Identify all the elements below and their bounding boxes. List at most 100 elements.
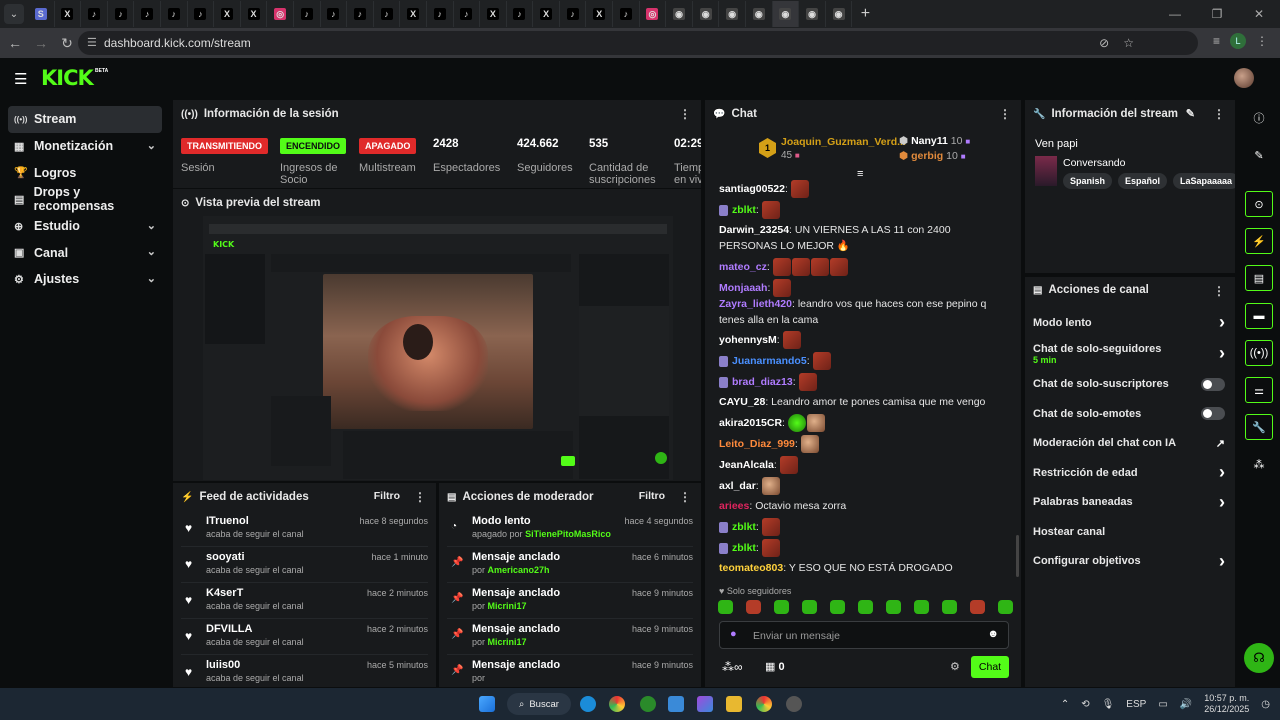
chat-message[interactable]: teomateo803: Y ESO QUE NO ESTÁ DROGADO bbox=[719, 560, 1009, 576]
channel-action-hostear-canal[interactable]: Hostear canal bbox=[1025, 517, 1235, 547]
mic-icon[interactable]: ● bbox=[730, 628, 737, 640]
browser-tab[interactable]: ♪ bbox=[454, 1, 481, 27]
browser-tab[interactable]: ◉ bbox=[746, 1, 773, 27]
moderator-action-item[interactable]: 📌 Mensaje anclado por Micrini17 hace 9 minu… bbox=[447, 583, 693, 619]
chat-message[interactable]: ariees: Octavio mesa zorra bbox=[719, 498, 1009, 514]
moderator-action-item[interactable]: 📌 Mensaje anclado por Micrini17 hace 9 minu… bbox=[447, 619, 693, 655]
chat-message[interactable]: Darwin_23254: UN VIERNES A LAS 11 con 24… bbox=[719, 222, 1009, 254]
chat-message[interactable]: CAYU_28: Leandro amor te pones camisa qu… bbox=[719, 394, 1009, 410]
chat-message[interactable]: Zayra_lieth420: leandro vos que haces co… bbox=[719, 296, 1009, 328]
chat-username[interactable]: Juanarmando5 bbox=[732, 355, 807, 367]
channel-action-moderaci-n-del-chat-con-ia[interactable]: Moderación del chat con IA ↗ bbox=[1025, 429, 1235, 459]
emoji-picker-icon[interactable]: ☻ bbox=[987, 628, 999, 640]
emote-icon[interactable] bbox=[812, 352, 831, 370]
chat-tools-icon[interactable]: ⁂∞ bbox=[722, 660, 743, 674]
quick-emote-icon[interactable] bbox=[802, 600, 817, 614]
edge-icon[interactable] bbox=[580, 696, 596, 712]
moderator-action-item[interactable]: 📌 Mensaje anclado por Americano27h hace 6 m… bbox=[447, 547, 693, 583]
emote-icon[interactable] bbox=[761, 477, 780, 495]
chevron-down-icon[interactable]: ⌄ bbox=[147, 219, 156, 232]
chat-username[interactable]: akira2015CR bbox=[719, 417, 782, 429]
top-gifter-name[interactable]: Joaquin_Guzman_Verd... bbox=[781, 136, 906, 148]
emote-icon[interactable] bbox=[761, 539, 780, 557]
close-window-button[interactable]: ✕ bbox=[1238, 7, 1280, 21]
emote-icon[interactable] bbox=[773, 279, 792, 297]
chat-username[interactable]: ariees bbox=[719, 500, 749, 512]
browser-tab[interactable]: X bbox=[480, 1, 507, 27]
sync-icon[interactable]: ⟲ bbox=[1081, 699, 1089, 710]
emote-icon[interactable] bbox=[772, 258, 791, 276]
settings-panel-icon[interactable]: ⚌ bbox=[1245, 377, 1273, 403]
channel-action-palabras-baneadas[interactable]: Palabras baneadas › bbox=[1025, 488, 1235, 518]
send-chat-button[interactable]: Chat bbox=[971, 656, 1009, 678]
network-icon[interactable]: ▭ bbox=[1158, 699, 1167, 710]
browser-tab[interactable]: ◉ bbox=[799, 1, 826, 27]
expand-pinned-icon[interactable]: ≡ bbox=[857, 168, 863, 180]
feed-username[interactable]: sooyati bbox=[206, 551, 245, 563]
browser-tab[interactable]: ◎ bbox=[267, 1, 294, 27]
back-button[interactable]: ← bbox=[2, 35, 28, 51]
volume-icon[interactable]: 🔊 bbox=[1180, 699, 1192, 710]
feed-filter-button[interactable]: Filtro bbox=[374, 490, 400, 502]
toggle-switch[interactable] bbox=[1201, 407, 1225, 421]
browser-tab[interactable]: ◎ bbox=[640, 1, 667, 27]
chat-username[interactable]: brad_diaz13 bbox=[732, 376, 793, 388]
quick-emote-icon[interactable] bbox=[914, 600, 929, 614]
maximize-button[interactable]: ❐ bbox=[1196, 7, 1238, 21]
obs-icon[interactable] bbox=[786, 696, 802, 712]
browser-tab[interactable]: ♪ bbox=[613, 1, 640, 27]
moderator-action-item[interactable]: ◔ Modo lento apagado por SiTienePitoMasRic… bbox=[447, 511, 693, 547]
session-menu-icon[interactable]: ⋮ bbox=[679, 107, 691, 121]
chat-message[interactable]: JeanAlcala: bbox=[719, 456, 1009, 474]
broadcast-icon[interactable]: ((•)) bbox=[1245, 340, 1273, 366]
kick-logo[interactable]: KICK bbox=[41, 66, 94, 90]
quick-emote-icon[interactable] bbox=[746, 600, 761, 614]
quick-emote-icon[interactable] bbox=[774, 600, 789, 614]
chrome-window-icon[interactable] bbox=[756, 696, 772, 712]
emote-icon[interactable] bbox=[761, 201, 780, 219]
chat-message[interactable]: Juanarmando5: bbox=[719, 352, 1009, 370]
chat-message[interactable]: brad_diaz13: bbox=[719, 373, 1009, 391]
chevron-down-icon[interactable]: ⌄ bbox=[147, 245, 156, 258]
chat-settings-icon[interactable]: ⚙ bbox=[950, 660, 960, 673]
user-avatar[interactable] bbox=[1234, 68, 1254, 88]
chat-username[interactable]: Darwin_23254 bbox=[719, 224, 789, 236]
chat-username[interactable]: zblkt bbox=[732, 521, 756, 533]
start-windows-icon[interactable] bbox=[479, 696, 495, 712]
browser-tab[interactable]: X bbox=[55, 1, 82, 27]
chat-username[interactable]: CAYU_28 bbox=[719, 396, 765, 408]
chat-message[interactable]: yohennysM: bbox=[719, 331, 1009, 349]
sidebar-item-logros[interactable]: 🏆 Logros bbox=[8, 159, 162, 186]
category-name[interactable]: Conversando bbox=[1063, 157, 1125, 169]
toggle-switch[interactable] bbox=[1201, 377, 1225, 391]
chat-username[interactable]: axl_dar bbox=[719, 480, 756, 492]
quick-emote-icon[interactable] bbox=[998, 600, 1013, 614]
browser-tab[interactable]: ♪ bbox=[507, 1, 534, 27]
chat-message[interactable]: santiag00522: bbox=[719, 180, 1009, 198]
feed-username[interactable]: ITruenol bbox=[206, 515, 249, 527]
chevron-right-icon[interactable]: › bbox=[1219, 343, 1225, 364]
hamburger-menu-icon[interactable]: ☰ bbox=[14, 70, 27, 88]
browser-tab[interactable]: ♪ bbox=[134, 1, 161, 27]
chevron-right-icon[interactable]: › bbox=[1219, 312, 1225, 333]
moderator-menu-icon[interactable]: ⋮ bbox=[679, 490, 691, 504]
chat-username[interactable]: JeanAlcala bbox=[719, 459, 774, 471]
photos-icon[interactable] bbox=[668, 696, 684, 712]
chat-message[interactable]: Leito_Diaz_999: bbox=[719, 435, 1009, 453]
emote-icon[interactable] bbox=[800, 435, 819, 453]
chevron-up-icon[interactable]: ⌃ bbox=[1061, 699, 1069, 710]
browser-tab[interactable]: ♪ bbox=[321, 1, 348, 27]
moderator-username[interactable]: SiTienePitoMasRico bbox=[525, 529, 611, 539]
chat-username[interactable]: santiag00522 bbox=[719, 183, 785, 195]
chat-username[interactable]: Zayra_lieth420 bbox=[719, 298, 792, 310]
browser-tab[interactable]: ◉ bbox=[826, 1, 853, 27]
profile-avatar[interactable]: L bbox=[1230, 33, 1246, 49]
edit-pencil-icon[interactable]: ✎ bbox=[1186, 107, 1195, 120]
feed-item[interactable]: ♥ K4serT acaba de seguir el canal hace 2 mi… bbox=[181, 583, 428, 619]
chat-message[interactable]: zblkt: bbox=[719, 539, 1009, 557]
feed-username[interactable]: K4serT bbox=[206, 587, 243, 599]
chat-message[interactable]: axl_dar: bbox=[719, 477, 1009, 495]
chat-username[interactable]: mateo_cz bbox=[719, 261, 767, 273]
browser-tab[interactable]: ♪ bbox=[560, 1, 587, 27]
store-icon[interactable]: ▦ bbox=[765, 661, 775, 673]
